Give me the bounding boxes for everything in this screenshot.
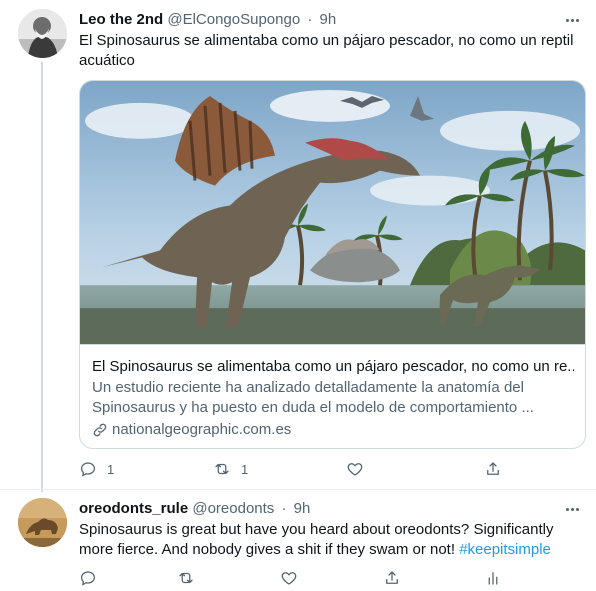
retweet-icon — [179, 572, 193, 584]
link-icon — [93, 423, 107, 437]
display-name[interactable]: Leo the 2nd — [79, 11, 163, 28]
avatar[interactable] — [18, 498, 67, 547]
analytics-icon — [488, 572, 498, 585]
thread-line — [41, 62, 43, 492]
like-button[interactable] — [346, 458, 374, 480]
card-image[interactable] — [80, 81, 585, 345]
separator-dot: · — [307, 11, 313, 28]
more-horizontal-icon[interactable] — [562, 10, 582, 30]
tweet-text: Spinosaurus is great but have you heard … — [79, 520, 579, 560]
tweet-text: El Spinosaurus se alimentaba como un páj… — [79, 32, 574, 69]
hashtag-link[interactable]: #keepitsimple — [459, 541, 551, 558]
retweet-button[interactable]: 1 — [213, 458, 248, 480]
more-horizontal-icon[interactable] — [562, 499, 582, 519]
avatar[interactable] — [18, 9, 67, 58]
retweet-button[interactable] — [177, 567, 205, 589]
separator-dot: · — [281, 500, 287, 517]
user-handle[interactable]: @ElCongoSupongo — [167, 11, 300, 28]
retweet-icon — [215, 463, 229, 475]
tweet[interactable]: oreodonts_rule @oreodonts · 9h Spinosaur… — [0, 489, 596, 591]
user-handle[interactable]: @oreodonts — [192, 500, 274, 517]
share-button[interactable] — [383, 567, 401, 589]
card-domain[interactable]: nationalgeographic.com.es — [92, 420, 291, 440]
card-description[interactable]: Un estudio reciente ha analizado detalla… — [92, 378, 574, 418]
reply-button[interactable] — [79, 567, 107, 589]
tweet-header: Leo the 2nd @ElCongoSupongo · 9h — [79, 10, 336, 30]
like-button[interactable] — [280, 567, 308, 589]
analytics-button[interactable] — [484, 567, 502, 589]
reply-button[interactable]: 1 — [79, 458, 114, 480]
tweet-actions — [79, 567, 559, 589]
card-domain-text: nationalgeographic.com.es — [112, 421, 292, 438]
reply-icon — [80, 462, 96, 477]
tweet[interactable]: Leo the 2nd @ElCongoSupongo · 9h El Spin… — [0, 0, 596, 492]
display-name[interactable]: oreodonts_rule — [79, 500, 188, 517]
heart-icon — [347, 463, 363, 476]
retweet-count: 1 — [241, 461, 249, 477]
card-title[interactable]: El Spinosaurus se alimentaba como un páj… — [92, 357, 574, 377]
reply-icon — [80, 571, 96, 586]
link-card[interactable]: El Spinosaurus se alimentaba como un páj… — [79, 80, 586, 449]
tweet-actions: 1 1 — [79, 458, 559, 480]
reply-count: 1 — [107, 461, 115, 477]
tweet-header: oreodonts_rule @oreodonts · 9h — [79, 499, 310, 519]
timestamp[interactable]: 9h — [294, 500, 311, 517]
share-icon — [487, 462, 499, 475]
share-icon — [386, 571, 398, 584]
share-button[interactable] — [484, 458, 502, 480]
heart-icon — [281, 572, 297, 585]
timestamp[interactable]: 9h — [320, 11, 337, 28]
